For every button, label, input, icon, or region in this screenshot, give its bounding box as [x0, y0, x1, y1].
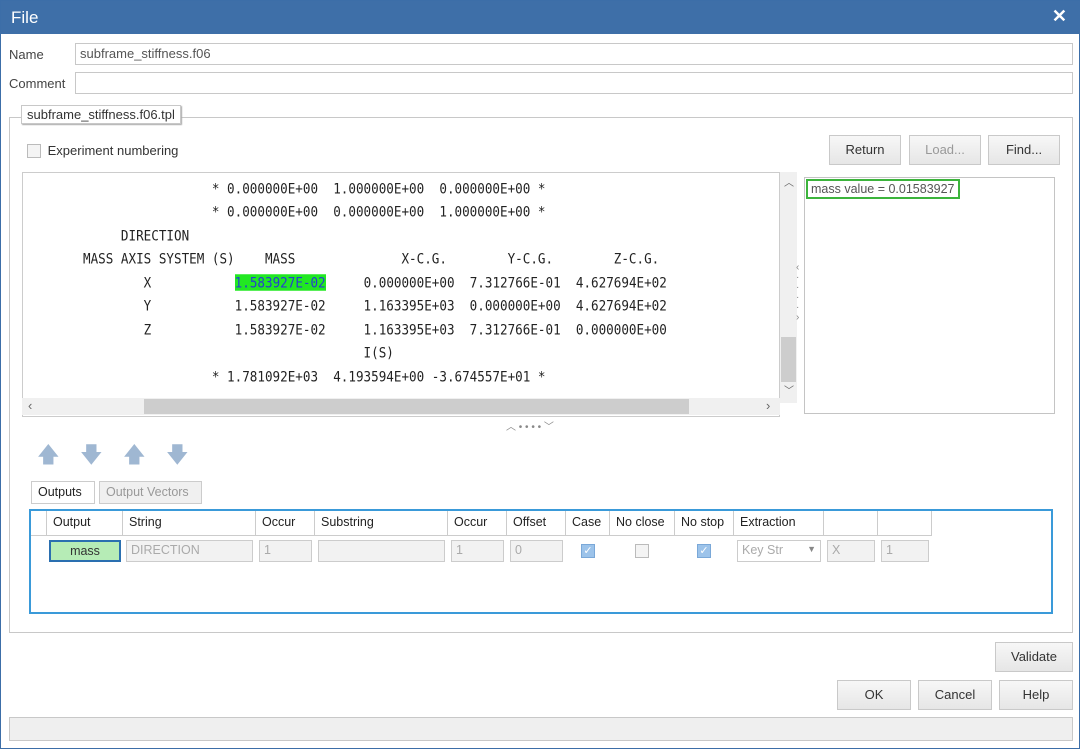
mass-value-result: mass value = 0.01583927: [806, 179, 960, 199]
template-tab[interactable]: subframe_stiffness.f06.tpl: [21, 105, 181, 124]
col11-cell[interactable]: X: [827, 540, 875, 562]
highlighted-match: 1.583927E-02: [234, 274, 326, 291]
text-line-highlighted: X 1.583927E-02 0.000000E+00 7.312766E-01…: [83, 274, 667, 291]
occur2-cell[interactable]: 1: [451, 540, 504, 562]
scroll-up-icon[interactable]: ︿: [784, 174, 794, 189]
name-input[interactable]: subframe_stiffness.f06: [75, 43, 1073, 65]
col-substring: Substring: [315, 511, 448, 536]
row-suffix: 0.000000E+00 7.312766E-01 4.627694E+02: [325, 274, 667, 291]
scroll-left-icon[interactable]: ‹: [28, 398, 32, 413]
help-button[interactable]: Help: [999, 680, 1073, 710]
arrow-down-bottom-icon[interactable]: 🡇: [166, 438, 189, 476]
text-line: MASS AXIS SYSTEM (S) MASS X-C.G. Y-C.G. …: [83, 250, 660, 267]
text-line: * 0.000000E+00 1.000000E+00 0.000000E+00…: [83, 180, 546, 197]
col-output: Output: [47, 511, 123, 536]
experiment-numbering-checkbox[interactable]: Experiment numbering: [27, 142, 178, 158]
col-occur2: Occur: [448, 511, 507, 536]
case-checkbox[interactable]: ✓: [581, 544, 595, 558]
extraction-select[interactable]: Key Str ▼: [737, 540, 821, 562]
file-text-view[interactable]: * 0.000000E+00 1.000000E+00 0.000000E+00…: [22, 172, 780, 417]
text-line: Y 1.583927E-02 1.163395E+03 0.000000E+00…: [83, 297, 667, 314]
horizontal-scroll-thumb[interactable]: [144, 399, 689, 414]
arrow-up-icon[interactable]: 🡅: [37, 438, 60, 476]
find-button[interactable]: Find...: [988, 135, 1060, 165]
comment-label: Comment: [9, 76, 66, 91]
horizontal-splitter[interactable]: ︿ • • • • ﹀: [506, 418, 554, 433]
col-no-close: No close: [610, 511, 675, 536]
experiment-numbering-label: Experiment numbering: [47, 143, 179, 159]
no-stop-checkbox[interactable]: ✓: [697, 544, 711, 558]
text-line: * 0.000000E+00 0.000000E+00 1.000000E+00…: [83, 203, 546, 220]
tab-output-vectors[interactable]: Output Vectors: [99, 481, 202, 504]
vertical-scrollbar[interactable]: ︿ ﹀: [780, 172, 797, 403]
offset-cell[interactable]: 0: [510, 540, 563, 562]
validate-button[interactable]: Validate: [995, 642, 1073, 672]
outputs-table: Output String Occur Substring Occur Offs…: [29, 509, 1053, 614]
vertical-splitter[interactable]: ‹ · · · · ›: [796, 263, 802, 323]
comment-input[interactable]: [75, 72, 1073, 94]
row-header: [31, 511, 47, 536]
col-12: [878, 511, 932, 536]
col-extraction: Extraction: [734, 511, 824, 536]
col-11: [824, 511, 878, 536]
horizontal-scrollbar[interactable]: ‹ ›: [22, 398, 780, 415]
occur-cell[interactable]: 1: [259, 540, 312, 562]
row-prefix: X: [83, 274, 235, 291]
scroll-down-icon[interactable]: ﹀: [784, 382, 794, 397]
no-close-checkbox[interactable]: [635, 544, 649, 558]
col-offset: Offset: [507, 511, 566, 536]
col-no-stop: No stop: [675, 511, 734, 536]
text-line: DIRECTION: [83, 227, 190, 244]
window-title: File: [11, 8, 39, 27]
vertical-scroll-thumb[interactable]: [781, 337, 796, 382]
name-label: Name: [9, 47, 44, 62]
scroll-right-icon[interactable]: ›: [766, 398, 770, 413]
ok-button[interactable]: OK: [837, 680, 911, 710]
status-bar: [9, 717, 1073, 741]
col-occur: Occur: [256, 511, 315, 536]
return-button[interactable]: Return: [829, 135, 901, 165]
arrow-up-top-icon[interactable]: 🡅: [123, 438, 146, 476]
col12-cell[interactable]: 1: [881, 540, 929, 562]
chevron-down-icon: ▼: [807, 544, 816, 554]
output-cell[interactable]: mass: [49, 540, 121, 562]
substring-cell[interactable]: [318, 540, 445, 562]
extraction-value: Key Str: [742, 543, 783, 557]
close-icon[interactable]: ✕: [1052, 6, 1067, 27]
tab-outputs[interactable]: Outputs: [31, 481, 95, 504]
string-cell[interactable]: DIRECTION: [126, 540, 253, 562]
load-button[interactable]: Load...: [909, 135, 981, 165]
text-line: * 1.781092E+03 4.193594E+00 -3.674557E+0…: [83, 368, 546, 385]
col-case: Case: [566, 511, 610, 536]
checkbox-box[interactable]: [27, 143, 41, 158]
text-line: Z 1.583927E-02 1.163395E+03 7.312766E-01…: [83, 321, 667, 338]
arrow-down-icon[interactable]: 🡇: [80, 438, 103, 476]
title-bar: File ✕: [1, 1, 1080, 34]
result-panel: [804, 177, 1055, 414]
text-line: I(S): [83, 344, 394, 361]
cancel-button[interactable]: Cancel: [918, 680, 992, 710]
col-string: String: [123, 511, 256, 536]
